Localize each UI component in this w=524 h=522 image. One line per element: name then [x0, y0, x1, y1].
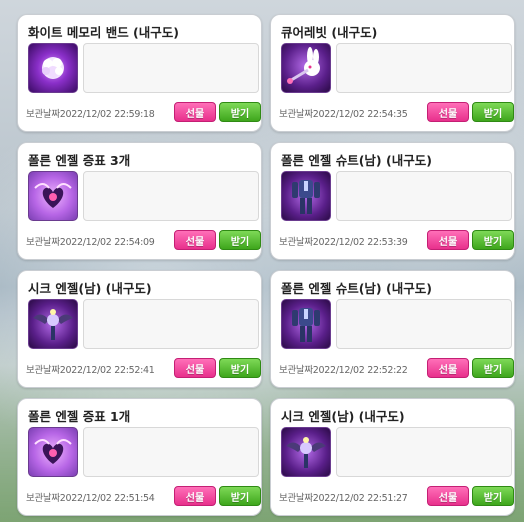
- gift-button[interactable]: 선물: [174, 358, 216, 378]
- storage-item-card: 큐어레빗 (내구도) 보관날짜2022/12/02 22:54:35 선물 받기: [270, 14, 515, 132]
- gift-button[interactable]: 선물: [174, 230, 216, 250]
- gift-button[interactable]: 선물: [427, 102, 469, 122]
- receive-button[interactable]: 받기: [472, 102, 514, 122]
- item-description-box: [83, 171, 259, 221]
- storage-date: 보관날짜2022/12/02 22:52:22: [279, 365, 408, 376]
- item-description-box: [336, 427, 512, 477]
- item-title: 폴른 엔젤 슈트(남) (내구도): [281, 281, 432, 296]
- receive-button[interactable]: 받기: [219, 102, 261, 122]
- storage-date: 보관날짜2022/12/02 22:51:54: [26, 493, 155, 504]
- item-title: 폴른 엔젤 증표 1개: [28, 409, 131, 424]
- receive-button[interactable]: 받기: [219, 358, 261, 378]
- item-title: 화이트 메모리 밴드 (내구도): [28, 25, 179, 40]
- fallen-angel-suit-icon[interactable]: [281, 171, 331, 221]
- item-title: 시크 엔젤(남) (내구도): [281, 409, 405, 424]
- storage-item-card: 시크 엔젤(남) (내구도) 보관날짜2022/12/02 22:51:27 선…: [270, 398, 515, 516]
- item-title: 폴른 엔젤 증표 3개: [28, 153, 131, 168]
- item-description-box: [336, 171, 512, 221]
- white-memory-band-icon[interactable]: [28, 43, 78, 93]
- gift-button[interactable]: 선물: [427, 358, 469, 378]
- item-description-box: [83, 299, 259, 349]
- storage-item-card: 시크 엔젤(남) (내구도) 보관날짜2022/12/02 22:52:41 선…: [17, 270, 262, 388]
- fallen-angel-suit-icon[interactable]: [281, 299, 331, 349]
- receive-button[interactable]: 받기: [219, 486, 261, 506]
- item-title: 폴른 엔젤 슈트(남) (내구도): [281, 153, 432, 168]
- storage-date: 보관날짜2022/12/02 22:54:09: [26, 237, 155, 248]
- item-description-box: [336, 43, 512, 93]
- cure-rabbit-icon[interactable]: [281, 43, 331, 93]
- receive-button[interactable]: 받기: [219, 230, 261, 250]
- fallen-angel-token-icon[interactable]: [28, 171, 78, 221]
- storage-item-card: 폴른 엔젤 증표 1개 보관날짜2022/12/02 22:51:54 선물 받…: [17, 398, 262, 516]
- storage-date: 보관날짜2022/12/02 22:59:18: [26, 109, 155, 120]
- storage-date: 보관날짜2022/12/02 22:53:39: [279, 237, 408, 248]
- gift-button[interactable]: 선물: [174, 486, 216, 506]
- gift-button[interactable]: 선물: [427, 486, 469, 506]
- storage-item-card: 폴른 엔젤 슈트(남) (내구도) 보관날짜2022/12/02 22:53:3…: [270, 142, 515, 260]
- gift-button[interactable]: 선물: [174, 102, 216, 122]
- storage-item-card: 화이트 메모리 밴드 (내구도) 보관날짜2022/12/02 22:59:18…: [17, 14, 262, 132]
- storage-item-card: 폴른 엔젤 증표 3개 보관날짜2022/12/02 22:54:09 선물 받…: [17, 142, 262, 260]
- chic-angel-icon[interactable]: [281, 427, 331, 477]
- chic-angel-icon[interactable]: [28, 299, 78, 349]
- receive-button[interactable]: 받기: [472, 358, 514, 378]
- item-title: 시크 엔젤(남) (내구도): [28, 281, 152, 296]
- item-description-box: [336, 299, 512, 349]
- receive-button[interactable]: 받기: [472, 486, 514, 506]
- storage-date: 보관날짜2022/12/02 22:52:41: [26, 365, 155, 376]
- item-description-box: [83, 427, 259, 477]
- storage-date: 보관날짜2022/12/02 22:54:35: [279, 109, 408, 120]
- item-title: 큐어레빗 (내구도): [281, 25, 378, 40]
- storage-date: 보관날짜2022/12/02 22:51:27: [279, 493, 408, 504]
- fallen-angel-token-icon[interactable]: [28, 427, 78, 477]
- item-description-box: [83, 43, 259, 93]
- receive-button[interactable]: 받기: [472, 230, 514, 250]
- storage-item-card: 폴른 엔젤 슈트(남) (내구도) 보관날짜2022/12/02 22:52:2…: [270, 270, 515, 388]
- gift-button[interactable]: 선물: [427, 230, 469, 250]
